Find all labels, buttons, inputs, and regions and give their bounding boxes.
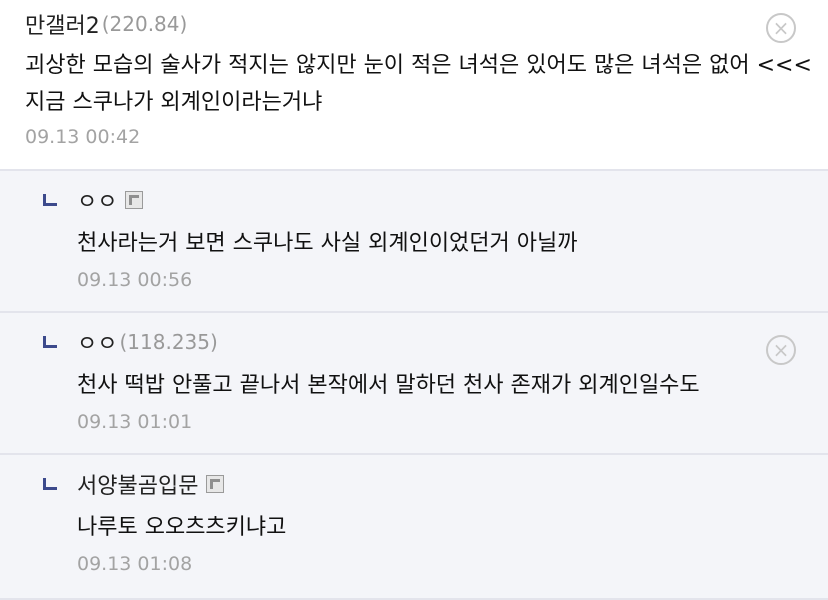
reply-header: ㅇㅇ (118.235) [77, 326, 218, 358]
fixed-nick-badge-icon [125, 191, 144, 209]
reply-arrow-icon [43, 194, 57, 206]
comment-header: 만갤러2 (220.84) [25, 8, 187, 40]
reply-item: ㅇㅇ (118.235) 천사 떡밥 안풀고 끝나서 본작에서 말하던 천사 존… [0, 313, 828, 455]
delete-icon[interactable]: × [766, 335, 796, 365]
reply-text: 천사 떡밥 안풀고 끝나서 본작에서 말하던 천사 존재가 외계인일수도 [77, 373, 700, 398]
reply-nickname[interactable]: 서양불곰입문 [77, 468, 198, 500]
reply-header: 서양불곰입문 [77, 468, 225, 500]
comment-date: 09.13 00:42 [25, 126, 141, 148]
comment-main: 만갤러2 (220.84) 괴상한 모습의 술사가 적지는 않지만 눈이 적은 … [0, 0, 828, 171]
reply-text: 나루토 오오츠츠키냐고 [77, 515, 287, 540]
reply-header: ㅇㅇ [77, 184, 144, 216]
reply-date: 09.13 01:01 [77, 411, 193, 433]
reply-arrow-icon [43, 336, 57, 348]
reply-arrow-icon [43, 478, 57, 490]
reply-date: 09.13 00:56 [77, 269, 193, 291]
reply-item: ㅇㅇ 천사라는거 보면 스쿠나도 사실 외계인이었던거 아닐까 09.13 00… [0, 171, 828, 313]
reply-item: 서양불곰입문 나루토 오오츠츠키냐고 09.13 01:08 [0, 455, 828, 600]
delete-icon[interactable]: × [766, 13, 796, 43]
comment-nickname[interactable]: 만갤러2 [25, 8, 100, 40]
reply-nickname[interactable]: ㅇㅇ [77, 326, 117, 358]
comment-ip: (220.84) [101, 12, 188, 36]
reply-nickname[interactable]: ㅇㅇ [77, 184, 117, 216]
reply-ip: (118.235) [119, 330, 218, 354]
reply-text: 천사라는거 보면 스쿠나도 사실 외계인이었던거 아닐까 [77, 231, 578, 256]
comment-text: 괴상한 모습의 술사가 적지는 않지만 눈이 적은 녀석은 있어도 많은 녀석은… [25, 53, 812, 115]
fixed-nick-badge-icon [206, 475, 225, 493]
reply-date: 09.13 01:08 [77, 553, 193, 575]
